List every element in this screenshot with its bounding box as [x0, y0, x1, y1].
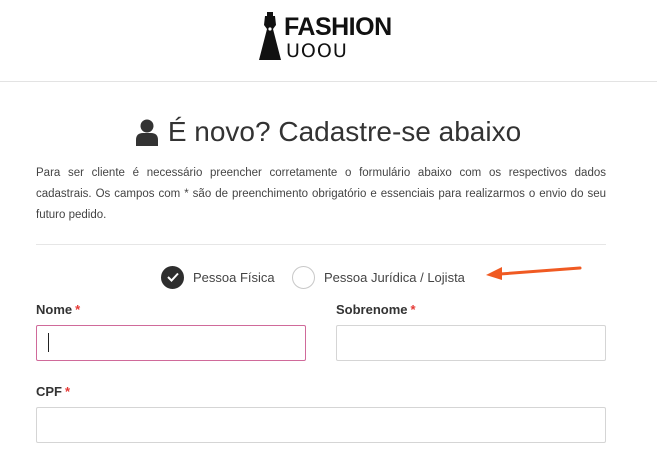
nome-label: Nome *	[36, 302, 81, 317]
user-icon	[135, 119, 158, 146]
checkmark-icon	[166, 272, 179, 282]
text-caret	[48, 333, 49, 352]
page-title: É novo? Cadastre-se abaixo	[167, 116, 522, 147]
required-mark: *	[65, 384, 71, 399]
radio-label-fisica[interactable]: Pessoa Física	[193, 270, 275, 285]
page-title-row: É novo? Cadastre-se abaixo	[0, 112, 657, 152]
fashion-uoou-logo[interactable]: FASHION UOOU	[256, 12, 396, 62]
radio-checked-icon[interactable]	[161, 265, 184, 289]
site-header: FASHION UOOU	[0, 0, 657, 82]
radio-unchecked-icon[interactable]	[292, 265, 315, 289]
cpf-label: CPF *	[36, 384, 71, 399]
logo-subtitle: UOOU	[286, 40, 348, 62]
divider	[36, 244, 606, 245]
cpf-input[interactable]	[36, 407, 606, 443]
logo-wordmark: FASHION	[284, 13, 392, 41]
radio-pessoa-fisica[interactable]: Pessoa Física	[161, 264, 275, 290]
form-description: Para ser cliente é necessário preencher …	[36, 167, 606, 221]
registration-page: FASHION UOOU É novo? Cadastre-se abaixo …	[0, 0, 657, 459]
radio-pessoa-juridica[interactable]: Pessoa Jurídica / Lojista	[292, 264, 465, 290]
dress-icon	[259, 12, 281, 60]
sobrenome-label: Sobrenome *	[336, 302, 416, 317]
sobrenome-input[interactable]	[336, 325, 606, 361]
required-mark: *	[75, 302, 81, 317]
nome-input[interactable]	[36, 325, 306, 361]
radio-label-juridica[interactable]: Pessoa Jurídica / Lojista	[324, 270, 465, 285]
required-mark: *	[410, 302, 416, 317]
annotation-arrow-icon	[486, 266, 582, 280]
